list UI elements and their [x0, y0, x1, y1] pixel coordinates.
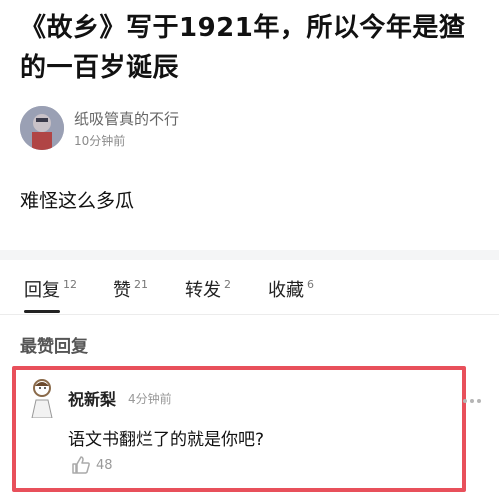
- post-time: 10分钟前: [74, 134, 126, 148]
- author-avatar[interactable]: [20, 106, 64, 150]
- tab-reposts[interactable]: 转发 2: [185, 276, 231, 302]
- tab-favorites-count: 6: [307, 278, 314, 291]
- more-icon[interactable]: [463, 388, 485, 403]
- tab-replies-count: 12: [63, 278, 77, 291]
- thumbs-up-icon: [72, 456, 90, 474]
- highlighted-comment: 祝新梨 4分钟前 语文书翻烂了的就是你吧? 48: [12, 366, 466, 492]
- tab-reposts-count: 2: [224, 278, 231, 291]
- comment-time: 4分钟前: [128, 392, 172, 406]
- post-body: 难怪这么多瓜: [20, 190, 135, 212]
- best-replies-heading: 最赞回复: [20, 337, 88, 357]
- author-block[interactable]: 纸吸管真的不行 10分钟前: [20, 106, 320, 152]
- tab-bar: 回复 12 赞 21 转发 2 收藏 6: [0, 260, 499, 315]
- tab-favorites-label: 收藏: [268, 280, 304, 301]
- active-tab-indicator: [24, 310, 60, 313]
- tab-replies[interactable]: 回复 12: [24, 276, 77, 313]
- tab-likes-count: 21: [134, 278, 148, 291]
- tab-likes-label: 赞: [113, 280, 131, 301]
- section-divider: [0, 250, 499, 260]
- tab-replies-label: 回复: [24, 280, 60, 301]
- comment-text: 语文书翻烂了的就是你吧?: [68, 430, 265, 450]
- commenter-name[interactable]: 祝新梨: [68, 386, 116, 410]
- commenter-avatar[interactable]: [26, 378, 58, 419]
- tab-reposts-label: 转发: [185, 280, 221, 301]
- tab-favorites[interactable]: 收藏 6: [268, 276, 314, 302]
- author-name[interactable]: 纸吸管真的不行: [74, 108, 179, 129]
- comment-like-count: 48: [96, 458, 113, 473]
- tab-likes[interactable]: 赞 21: [113, 276, 148, 302]
- post-title: 《故乡》写于1921年，所以今年是猹的一百岁诞辰: [20, 13, 466, 83]
